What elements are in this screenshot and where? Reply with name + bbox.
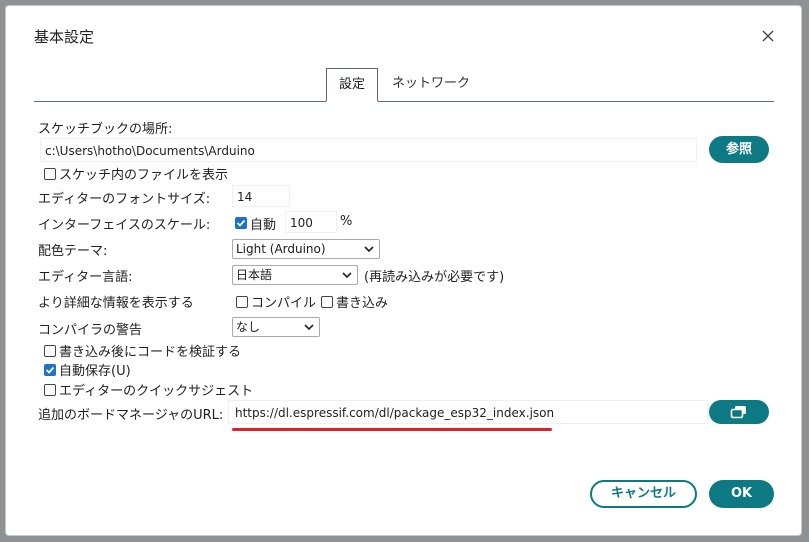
language-select[interactable]: 日本語 bbox=[232, 265, 358, 285]
browse-button[interactable]: 参照 bbox=[709, 136, 769, 163]
font-size-input[interactable]: 14 bbox=[232, 185, 290, 207]
tab-network[interactable]: ネットワーク bbox=[382, 68, 480, 100]
theme-select-value: Light (Arduino) bbox=[236, 242, 326, 256]
verbose-upload-label: 書き込み bbox=[336, 296, 389, 311]
highlight-underline bbox=[232, 428, 552, 431]
quick-suggest-label: エディターのクイックサジェスト bbox=[59, 384, 254, 399]
ok-button[interactable]: OK bbox=[709, 480, 774, 508]
language-note: (再読み込みが必要です) bbox=[364, 270, 505, 285]
chevron-down-icon bbox=[304, 324, 314, 331]
scale-auto-checkbox[interactable] bbox=[235, 217, 247, 229]
theme-label: 配色テーマ: bbox=[38, 244, 108, 259]
verbose-compile-label: コンパイル bbox=[251, 296, 317, 311]
board-urls-input[interactable]: https://dl.espressif.com/dl/package_esp3… bbox=[228, 400, 708, 424]
tab-divider bbox=[34, 101, 774, 102]
font-size-label: エディターのフォントサイズ: bbox=[38, 192, 211, 207]
show-files-checkbox[interactable] bbox=[44, 168, 56, 180]
scale-unit: % bbox=[340, 214, 353, 229]
open-window-button[interactable] bbox=[709, 400, 769, 424]
verify-after-upload-checkbox[interactable] bbox=[44, 345, 56, 357]
tab-settings[interactable]: 設定 bbox=[326, 68, 378, 102]
compiler-warnings-label: コンパイラの警告 bbox=[38, 323, 143, 338]
scale-auto-label: 自動 bbox=[250, 218, 277, 233]
show-files-label: スケッチ内のファイルを表示 bbox=[59, 168, 229, 183]
compiler-warnings-value: なし bbox=[236, 320, 261, 334]
verbose-label: より詳細な情報を表示する bbox=[38, 296, 194, 311]
chevron-down-icon bbox=[364, 246, 374, 253]
preferences-dialog: 基本設定 設定 ネットワーク スケッチブックの場所: c:\Users\hoth… bbox=[6, 6, 801, 535]
dialog-title: 基本設定 bbox=[34, 28, 95, 46]
verify-after-upload-label: 書き込み後にコードを検証する bbox=[59, 345, 242, 360]
close-icon[interactable] bbox=[758, 26, 778, 46]
scale-input[interactable]: 100 bbox=[285, 211, 337, 233]
verbose-compile-checkbox[interactable] bbox=[236, 296, 248, 308]
board-urls-label: 追加のボードマネージャのURL: bbox=[38, 408, 224, 423]
scale-label: インターフェイスのスケール: bbox=[38, 218, 211, 233]
language-label: エディター言語: bbox=[38, 270, 133, 285]
chevron-down-icon bbox=[342, 272, 352, 279]
language-select-value: 日本語 bbox=[236, 268, 273, 282]
open-window-icon bbox=[730, 406, 746, 419]
compiler-warnings-select[interactable]: なし bbox=[232, 317, 320, 337]
sketchbook-label: スケッチブックの場所: bbox=[38, 122, 173, 137]
quick-suggest-checkbox[interactable] bbox=[44, 384, 56, 396]
autosave-checkbox[interactable] bbox=[44, 364, 56, 376]
autosave-label: 自動保存(U) bbox=[59, 364, 131, 379]
verbose-upload-checkbox[interactable] bbox=[321, 296, 333, 308]
theme-select[interactable]: Light (Arduino) bbox=[232, 239, 380, 259]
cancel-button[interactable]: キャンセル bbox=[590, 480, 697, 508]
sketchbook-path-input[interactable]: c:\Users\hotho\Documents\Arduino bbox=[40, 138, 697, 162]
